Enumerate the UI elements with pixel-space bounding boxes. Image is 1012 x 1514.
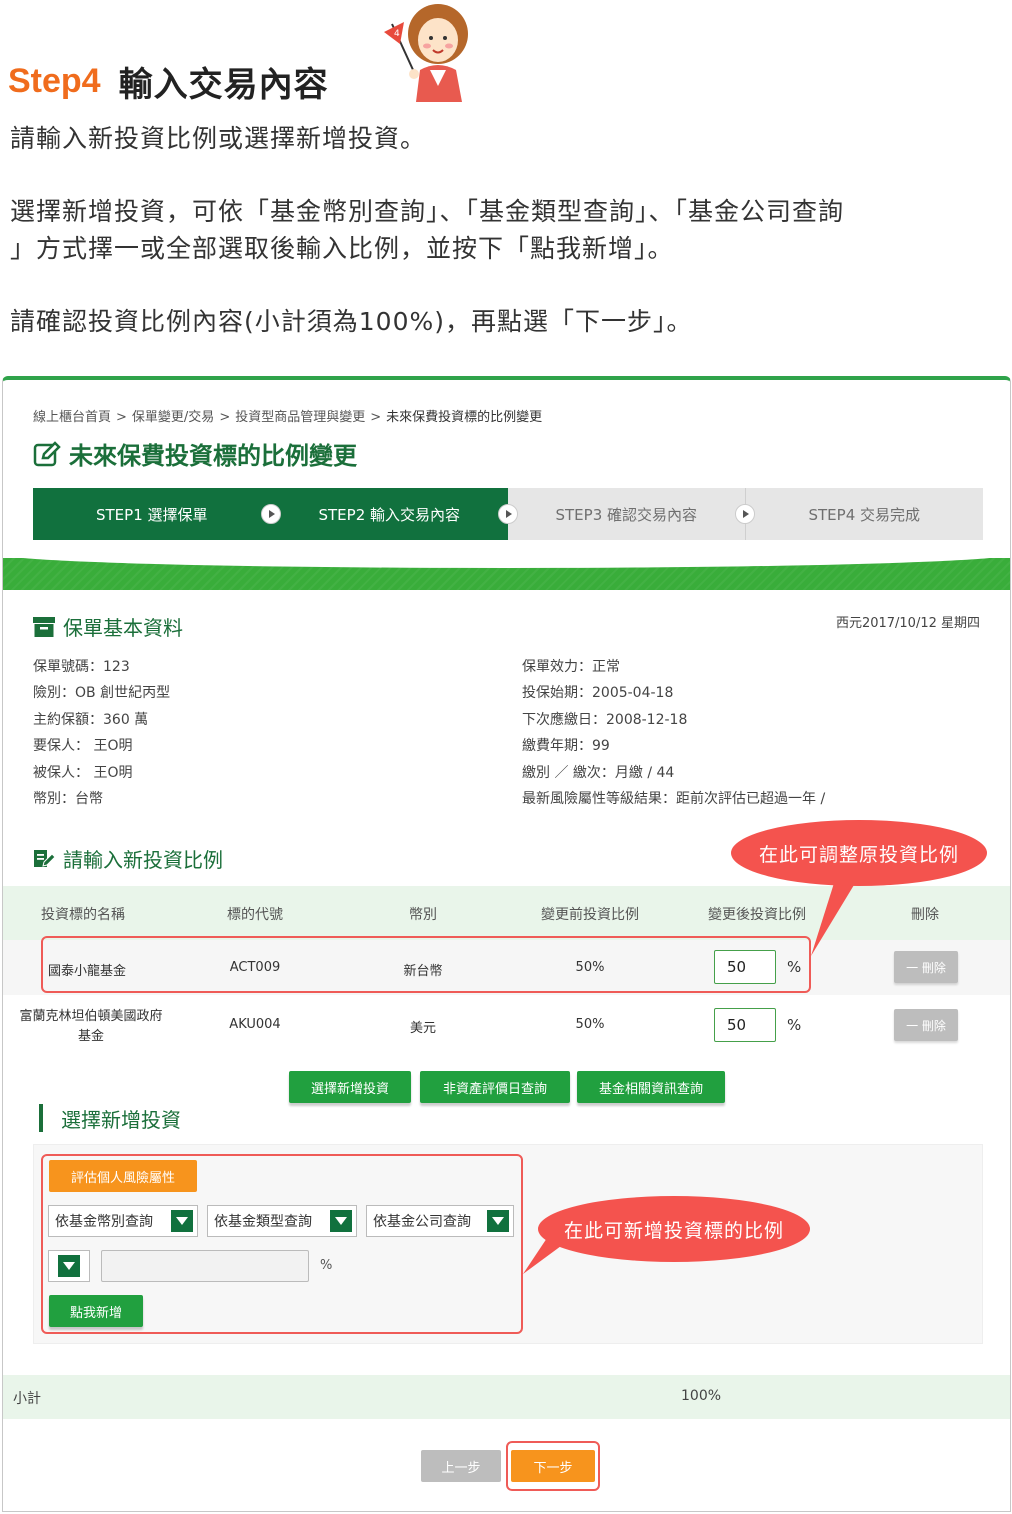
current-date: 西元2017/10/12 星期四 [835,616,980,631]
add-section-title: 選擇新增投資 [39,1104,181,1132]
breadcrumb: 線上櫃台首頁 > 保單變更/交易 > 投資型商品管理與變更 > 未來保費投資標的比例變更 [33,410,543,425]
policy-info-right: 保單效力：正常 投保始期：2005-04-18 下次應繳日：2008-12-18… [522,654,825,812]
policy-section-title: 保單基本資料 [33,612,183,641]
policy-currency: 幣別：台幣 [33,791,103,808]
delete-button[interactable]: 一 刪除 [894,1009,958,1041]
step-2: STEP2 輸入交易內容 [270,488,518,540]
fund-info-query-button[interactable]: 基金相關資訊查詢 [577,1071,725,1103]
arrow-icon [260,504,281,524]
policy-amount: 主約保額：360 萬 [33,711,149,728]
policy-status: 保單效力：正常 [522,659,620,675]
delete-button[interactable]: 一 刪除 [894,951,958,983]
intro-line-3: 請確認投資比例內容(小計須為100%)，再點選「下一步」。 [10,307,693,336]
step-progress: STEP1 選擇保單 STEP2 輸入交易內容 STEP3 確認交易內容 STE… [33,488,983,540]
highlight-box [41,936,811,993]
policy-info-left: 保單號碼：123 險別：OB 創世紀丙型 主約保額：360 萬 要保人： 王O明… [33,654,170,812]
hint-bubble-add: 在此可新增投資標的比例 [538,1196,810,1262]
policy-type: 險別：OB 創世紀丙型 [33,685,171,702]
step-1: STEP1 選擇保單 [33,488,281,540]
edit-icon [33,440,61,466]
hint-bubble-adjust: 在此可調整原投資比例 [731,820,987,886]
fund-currency: 美元 [409,1021,436,1036]
intro-line-2a: 選擇新增投資，可依「基金幣別查詢」、「基金類型查詢」、「基金公司查詢 [10,197,845,226]
bubble-tail [811,880,857,956]
arrow-icon [734,504,755,524]
breadcrumb-policy-change[interactable]: 保單變更/交易 [132,410,214,425]
prev-button[interactable]: 上一步 [421,1450,501,1482]
policy-risk-result: 最新風險屬性等級結果：距前次評估已超過一年 / [522,791,826,808]
archive-icon [33,616,55,637]
step-3: STEP3 確認交易內容 [508,488,755,540]
subtotal-row: 小計 100% [3,1375,1010,1419]
ratio-before: 50% [575,1017,605,1032]
page-title: 未來保費投資標的比例變更 [33,436,357,471]
policy-insured: 被保人： 王O明 [33,764,133,781]
edit-list-icon [34,849,55,867]
breadcrumb-home[interactable]: 線上櫃台首頁 [33,410,111,425]
subtotal-label: 小計 [13,1391,41,1407]
fund-code: AKU004 [229,1017,281,1032]
policy-number: 保單號碼：123 [33,659,130,675]
arrow-icon [498,504,518,524]
highlight-box [41,1154,523,1334]
step-label: Step4 [8,61,101,100]
intro-text: 請輸入新投資比例或選擇新增投資。 選擇新增投資，可依「基金幣別查詢」、「基金類型… [10,120,1000,340]
step-header: Step4 輸入交易內容 [8,56,329,106]
breadcrumb-investment[interactable]: 投資型商品管理與變更 [235,410,365,425]
breadcrumb-current: 未來保費投資標的比例變更 [386,410,543,425]
screenshot-frame: 線上櫃台首頁 > 保單變更/交易 > 投資型商品管理與變更 > 未來保費投資標的比例變更 未… [2,376,1011,1512]
select-new-investment-button[interactable]: 選擇新增投資 [289,1071,411,1103]
table-row: 富蘭克林坦伯頓美國政府 基金 AKU004 美元 50% 50 % 一 刪除 [3,995,1010,1055]
step-title: 輸入交易內容 [118,64,329,105]
intro-line-1: 請輸入新投資比例或選擇新增投資。 [10,124,427,153]
percent-unit: % [787,1016,802,1034]
highlight-box [506,1441,600,1491]
policy-next-due: 下次應繳日：2008-12-18 [522,711,688,728]
policy-pay-mode: 繳別 ／ 繳次：月繳 / 44 [522,764,675,781]
step-4: STEP4 交易完成 [745,488,983,540]
policy-holder: 要保人： 王O明 [33,738,133,755]
policy-start: 投保始期：2005-04-18 [522,685,674,702]
policy-pay-years: 繳費年期：99 [522,738,610,755]
non-valuation-date-query-button[interactable]: 非資產評價日查詢 [420,1071,570,1103]
intro-line-2b: 」方式擇一或全部選取後輸入比例，並按下「點我新增」。 [10,234,674,263]
fund-name: 富蘭克林坦伯頓美國政府 基金 [19,1009,163,1044]
svg-text:4: 4 [394,29,400,39]
mascot-illustration: 4 [384,4,468,102]
ratio-section-title: 請輸入新投資比例 [33,844,223,873]
subtotal-value: 100% [681,1388,722,1404]
ratio-after-input[interactable]: 50 [714,1008,776,1042]
decorative-band [3,554,1010,590]
